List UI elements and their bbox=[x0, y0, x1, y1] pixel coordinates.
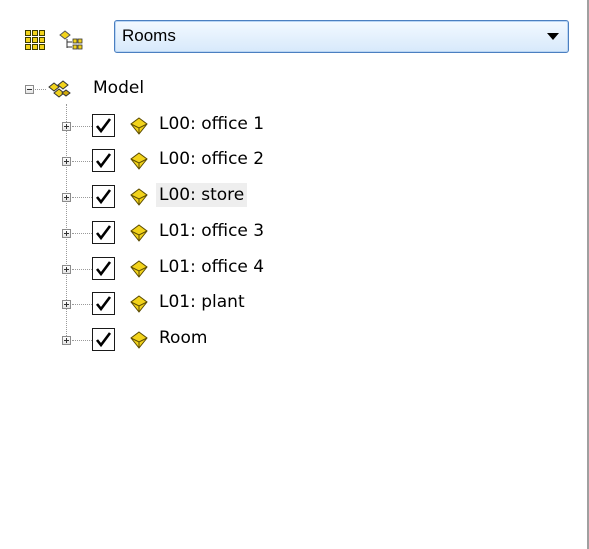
room-icon bbox=[130, 188, 148, 206]
tree-item-label: L01: office 3 bbox=[159, 221, 265, 241]
expand-toggle-icon[interactable] bbox=[62, 122, 71, 131]
tree-item-label: L01: plant bbox=[159, 292, 245, 312]
room-icon bbox=[130, 152, 148, 170]
chevron-down-icon[interactable] bbox=[547, 33, 559, 40]
tree-item-row[interactable]: L00: office 1 bbox=[0, 110, 580, 140]
tree-item-label: L01: office 4 bbox=[159, 257, 265, 277]
visibility-checkbox[interactable] bbox=[92, 114, 115, 137]
room-icon bbox=[130, 224, 148, 242]
tree-connector bbox=[72, 197, 92, 198]
expand-toggle-icon[interactable] bbox=[62, 229, 71, 238]
tree-connector bbox=[72, 233, 92, 234]
collapse-toggle-icon[interactable] bbox=[25, 85, 34, 94]
dropdown-value: Rooms bbox=[122, 26, 176, 45]
tree-item-row[interactable]: L01: office 4 bbox=[0, 253, 580, 283]
room-icon bbox=[130, 331, 148, 349]
toolbar: Rooms bbox=[0, 0, 587, 72]
tree-item-row[interactable]: Room bbox=[0, 324, 580, 354]
tree-item-row[interactable]: L01: office 3 bbox=[0, 217, 580, 247]
expand-toggle-icon[interactable] bbox=[62, 336, 71, 345]
tree-item-row[interactable]: L01: plant bbox=[0, 288, 580, 318]
tree-root-label: Model bbox=[93, 78, 145, 98]
model-tree-panel: Rooms Model L00: office 1 L00: office 2 … bbox=[0, 0, 589, 549]
grid-icon[interactable] bbox=[20, 25, 50, 55]
expand-toggle-icon[interactable] bbox=[62, 265, 71, 274]
tree-item-label: L00: office 1 bbox=[159, 114, 265, 134]
selection-set-dropdown[interactable]: Rooms bbox=[114, 20, 569, 53]
hierarchy-icon[interactable] bbox=[56, 25, 86, 55]
tree-item-label: L00: office 2 bbox=[159, 149, 265, 169]
tree-connector bbox=[72, 161, 92, 162]
tree-connector bbox=[72, 304, 92, 305]
tree-item-label: Room bbox=[159, 328, 208, 348]
visibility-checkbox[interactable] bbox=[92, 149, 115, 172]
visibility-checkbox[interactable] bbox=[92, 221, 115, 244]
tree-item-row[interactable]: L00: office 2 bbox=[0, 145, 580, 175]
expand-toggle-icon[interactable] bbox=[62, 193, 71, 202]
room-icon bbox=[130, 260, 148, 278]
expand-toggle-icon[interactable] bbox=[62, 300, 71, 309]
visibility-checkbox[interactable] bbox=[92, 185, 115, 208]
tree-item-label-selected: L00: store bbox=[156, 183, 248, 207]
visibility-checkbox[interactable] bbox=[92, 292, 115, 315]
tree-connector bbox=[72, 340, 92, 341]
tree-item-row[interactable]: L00: store bbox=[0, 181, 580, 211]
model-group-icon bbox=[47, 79, 71, 99]
expand-toggle-icon[interactable] bbox=[62, 157, 71, 166]
visibility-checkbox[interactable] bbox=[92, 328, 115, 351]
visibility-checkbox[interactable] bbox=[92, 257, 115, 280]
tree-connector bbox=[35, 89, 46, 90]
room-icon bbox=[130, 295, 148, 313]
tree-connector bbox=[72, 269, 92, 270]
room-icon bbox=[130, 117, 148, 135]
tree-connector bbox=[72, 126, 92, 127]
tree-root-row[interactable]: Model bbox=[0, 73, 580, 103]
